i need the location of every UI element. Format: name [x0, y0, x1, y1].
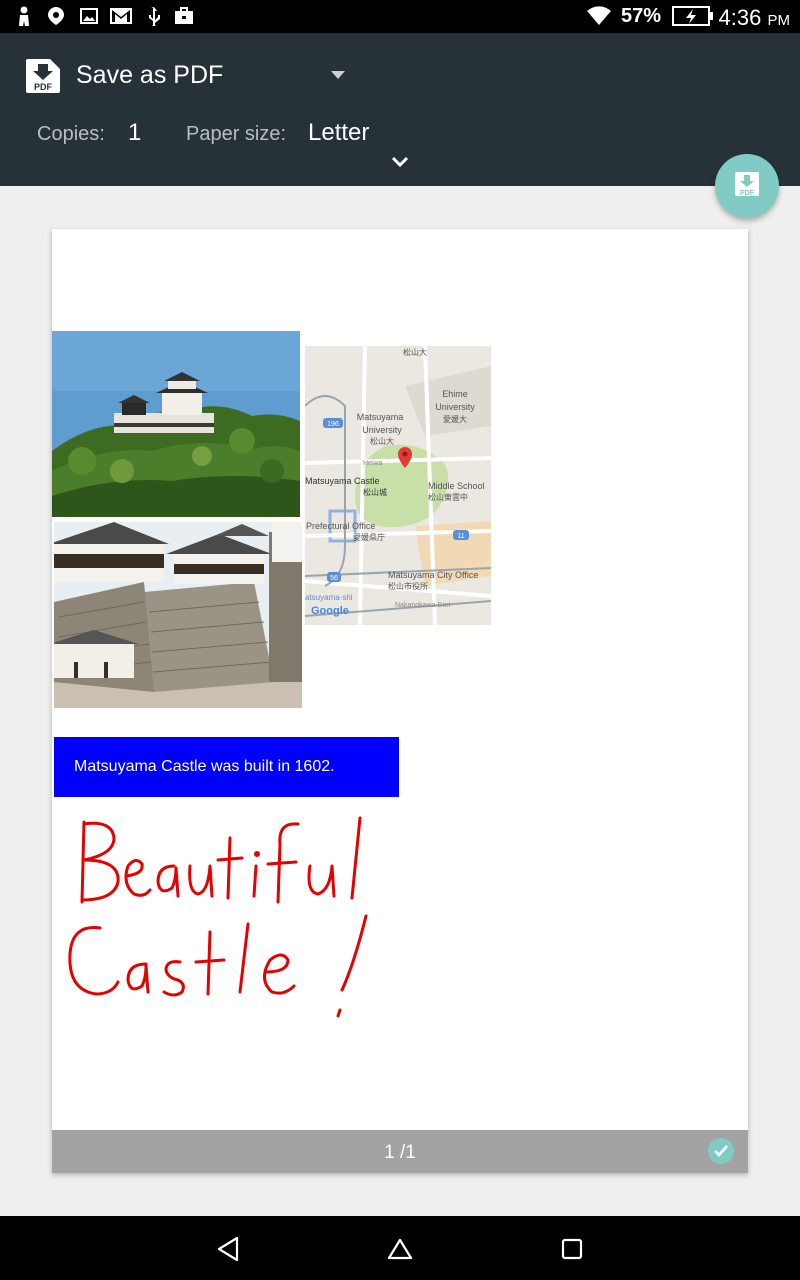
map-label: 松山大: [370, 436, 394, 446]
map-route-196: 196: [327, 421, 339, 428]
google-logo: Google: [311, 605, 349, 617]
page-preview[interactable]: 196 11 56 松山大 Ehime University 愛媛大 Matsu…: [52, 229, 748, 1173]
copies-label: Copies:: [37, 123, 105, 145]
map-image: 196 11 56 松山大 Ehime University 愛媛大 Matsu…: [304, 345, 492, 626]
paper-size-select[interactable]: Letter: [308, 119, 369, 147]
page-indicator: 1 /1: [384, 1142, 416, 1163]
map-label: Prefectural Office: [306, 521, 375, 531]
map-label: University: [362, 425, 402, 435]
map-label: 松山市役所: [388, 581, 428, 591]
map-label: Middle School: [428, 481, 485, 491]
map-pin-icon: [45, 6, 67, 26]
dropdown-caret-icon[interactable]: [331, 71, 345, 79]
download-pdf-icon: PDF: [734, 171, 760, 202]
battery-percent: 57%: [621, 5, 662, 27]
image-icon: [78, 6, 100, 26]
map-label: University: [435, 402, 475, 412]
clock-ampm: PM: [767, 12, 791, 29]
clock-time: 4:36: [718, 5, 762, 30]
castle-hill-photo: [52, 331, 300, 517]
check-icon[interactable]: [708, 1138, 734, 1164]
printer-destination-select[interactable]: Save as PDF: [76, 61, 223, 90]
wifi-icon: [586, 6, 612, 26]
castle-walls-photo: [52, 522, 302, 708]
map-route-56: 56: [330, 575, 338, 582]
map-label: 愛媛県庁: [353, 532, 385, 542]
map-label: Nakanokawa Dori: [395, 602, 451, 609]
map-label: Matsuyama: [357, 412, 404, 422]
map-label: 松山城: [363, 487, 387, 497]
paper-size-label: Paper size:: [186, 123, 287, 145]
caption-text: Matsuyama Castle was built in 1602.: [74, 758, 335, 775]
briefcase-icon: [173, 6, 195, 26]
person-icon: [14, 6, 34, 26]
gmail-icon: [108, 6, 134, 26]
status-bar: 57% 4:36 PM: [0, 0, 800, 33]
pdf-file-icon: PDF: [26, 59, 60, 93]
page-footer: 1 /1: [52, 1130, 748, 1173]
map-label: 松山東雲中: [428, 492, 468, 502]
print-options-header: PDF Save as PDF Copies: 1 Paper size: Le…: [0, 33, 800, 186]
svg-text:PDF: PDF: [740, 190, 755, 197]
map-label: 愛媛大: [443, 414, 467, 424]
map-label: Ehime: [442, 389, 468, 399]
map-label: 松山大: [403, 347, 427, 357]
recents-icon[interactable]: [557, 1234, 587, 1264]
map-label: Heiwa: [363, 460, 383, 467]
clock: 4:36 PM: [719, 5, 790, 31]
copies-field[interactable]: 1: [128, 119, 141, 147]
map-label: atsuyama-shi: [305, 593, 353, 602]
map-label: Matsuyama City Office: [388, 570, 478, 580]
download-pdf-button[interactable]: PDF: [715, 154, 779, 218]
home-icon[interactable]: [385, 1234, 415, 1264]
map-label: Matsuyama Castle: [305, 476, 380, 486]
caption-box: Matsuyama Castle was built in 1602.: [54, 737, 399, 797]
handwritten-note: [62, 814, 402, 1024]
chevron-down-icon[interactable]: [390, 155, 410, 169]
navigation-bar: [0, 1216, 800, 1280]
back-icon[interactable]: [213, 1234, 243, 1264]
battery-charging-icon: [671, 6, 715, 26]
usb-icon: [144, 6, 164, 26]
svg-text:PDF: PDF: [34, 82, 53, 92]
map-route-11: 11: [457, 533, 464, 540]
